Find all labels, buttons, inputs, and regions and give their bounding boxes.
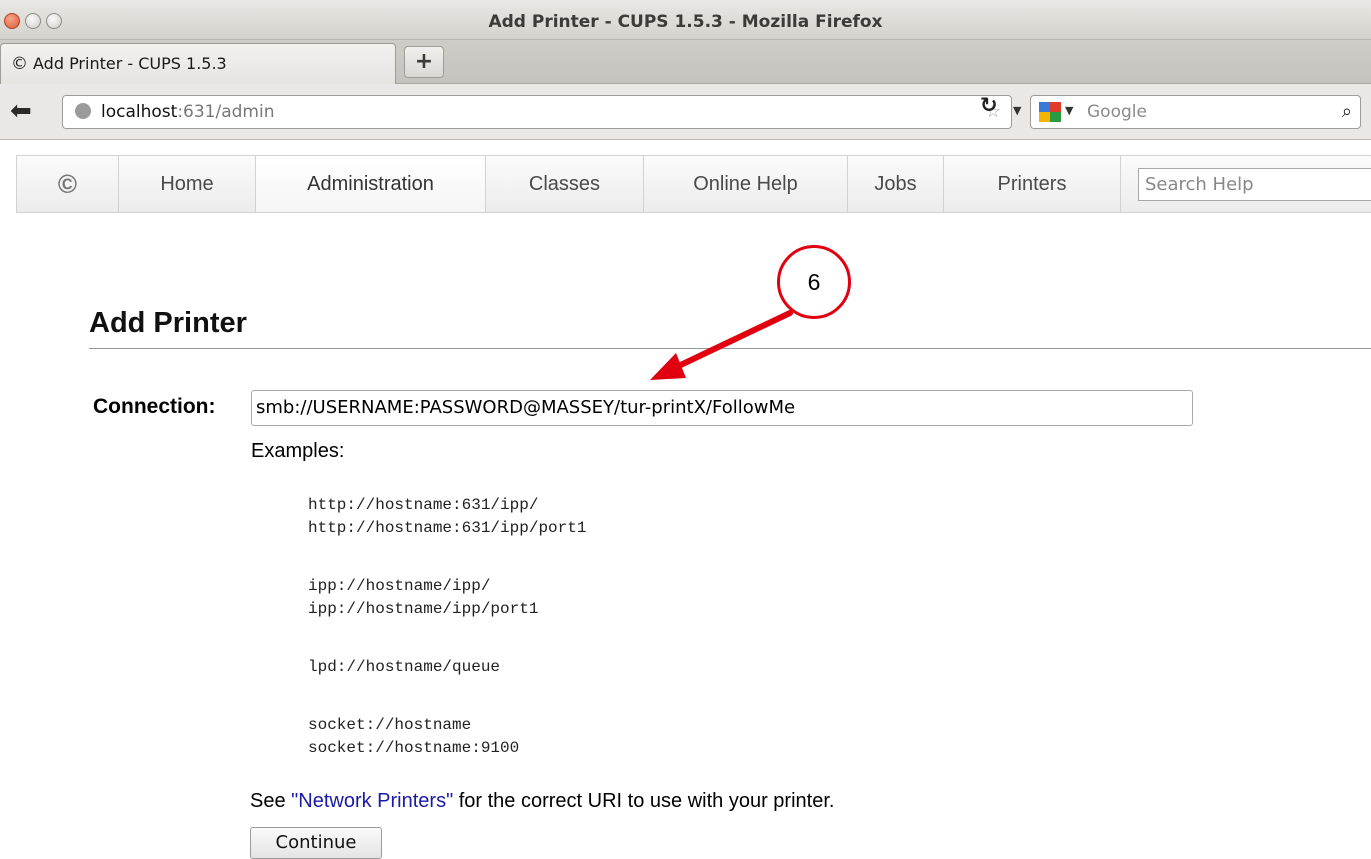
tab-title: Add Printer - CUPS 1.5.3 [33, 54, 227, 73]
navigation-toolbar: ⬅ localhost:631/admin ☆ ▼ ▼ Google ⌕ [0, 84, 1371, 140]
back-arrow-icon[interactable]: ⬅ [10, 98, 50, 126]
url-dropdown-icon[interactable]: ▼ [1013, 104, 1021, 117]
search-help-input[interactable]: Search Help [1138, 168, 1371, 201]
examples-list: http://hostname:631/ipp/ http://hostname… [308, 494, 586, 760]
examples-label: Examples: [251, 440, 345, 462]
browser-tab[interactable]: © Add Printer - CUPS 1.5.3 [0, 43, 396, 85]
network-printers-link[interactable]: "Network Printers" [291, 790, 453, 812]
connection-uri-input[interactable]: smb://USERNAME:PASSWORD@MASSEY/tur-print… [251, 390, 1193, 426]
continue-button[interactable]: Continue [250, 827, 382, 859]
cups-favicon-icon: © [11, 54, 28, 74]
cups-logo-icon[interactable]: © [17, 156, 119, 212]
note-prefix: See [250, 790, 292, 812]
reload-icon[interactable]: ↻ [980, 93, 998, 117]
window-title: Add Printer - CUPS 1.5.3 - Mozilla Firef… [488, 12, 883, 32]
search-engine-placeholder[interactable]: Google [1087, 102, 1147, 122]
network-printers-note: See "Network Printers" for the correct U… [250, 790, 834, 813]
cups-navigation: © Home Administration Classes Online Hel… [16, 155, 1371, 213]
url-text: localhost:631/admin [101, 102, 274, 122]
example-uri: socket://hostname [308, 716, 472, 734]
browser-search-bar[interactable]: ▼ Google ⌕ [1030, 95, 1361, 129]
example-uri: ipp://hostname/ipp/port1 [308, 600, 539, 618]
page-title: Add Printer [89, 307, 247, 339]
tab-strip: © Add Printer - CUPS 1.5.3 + [0, 40, 1371, 85]
connection-label: Connection: [93, 395, 216, 418]
nav-classes[interactable]: Classes [486, 156, 644, 212]
new-tab-button[interactable]: + [404, 46, 444, 78]
nav-printers[interactable]: Printers [944, 156, 1121, 212]
nav-jobs[interactable]: Jobs [848, 156, 944, 212]
example-uri: http://hostname:631/ipp/port1 [308, 519, 587, 537]
note-suffix: for the correct URI to use with your pri… [453, 790, 835, 812]
search-engine-dropdown-icon[interactable]: ▼ [1065, 104, 1073, 117]
nav-online-help[interactable]: Online Help [644, 156, 848, 212]
nav-home[interactable]: Home [119, 156, 256, 212]
globe-icon [75, 103, 91, 119]
search-icon[interactable]: ⌕ [1342, 101, 1352, 122]
url-bar[interactable]: localhost:631/admin ☆ ▼ [62, 95, 1021, 129]
example-uri: ipp://hostname/ipp/ [308, 577, 491, 595]
nav-administration[interactable]: Administration [256, 156, 486, 212]
example-uri: http://hostname:631/ipp/ [308, 496, 539, 514]
example-uri: socket://hostname:9100 [308, 739, 520, 757]
google-icon[interactable] [1039, 102, 1061, 122]
step-callout: 6 [777, 245, 851, 319]
url-path: :631/admin [177, 102, 275, 122]
window-titlebar: Add Printer - CUPS 1.5.3 - Mozilla Firef… [0, 0, 1371, 40]
example-uri: lpd://hostname/queue [308, 658, 501, 676]
title-divider [89, 348, 1371, 349]
url-host: localhost [101, 102, 178, 122]
